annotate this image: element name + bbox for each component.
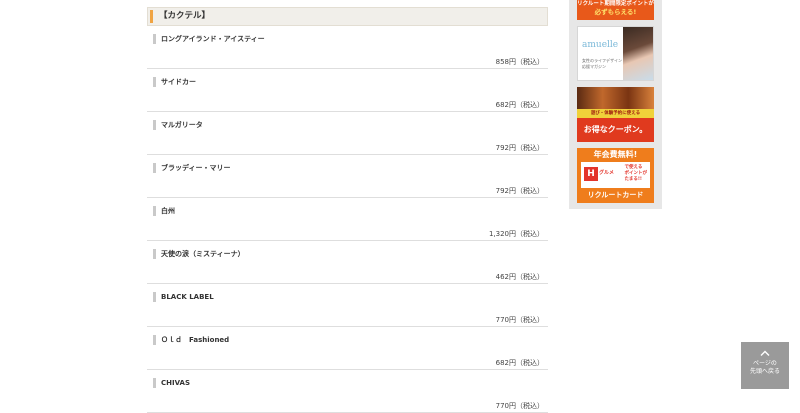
menu-item: Ｏｌｄ Fashioned 682円（税込）	[147, 327, 548, 370]
menu-item: 白州 1,320円（税込）	[147, 198, 548, 241]
menu-section: 【カクテル】 ロングアイランド・アイスティー 858円（税込） サイドカー 68…	[147, 7, 548, 413]
model-photo	[623, 27, 653, 80]
banner-text: 必ずもらえる!	[594, 8, 637, 16]
menu-item: 天使の涙（ミスティーナ） 462円（税込）	[147, 241, 548, 284]
menu-item: マルガリータ 792円（税込）	[147, 112, 548, 155]
menu-item-price: 792円（税込）	[495, 144, 544, 152]
menu-item: ブラッディー・マリー 792円（税込）	[147, 155, 548, 198]
menu-item-name: 天使の涙（ミスティーナ）	[153, 249, 245, 259]
menu-item-name: ブラッディー・マリー	[153, 163, 231, 173]
back-to-top-label: ページの 先頭へ戻る	[749, 360, 780, 375]
banner-text: 遊び・体験予約に使える	[577, 109, 654, 118]
back-to-top-button[interactable]: ページの 先頭へ戻る	[741, 342, 789, 389]
banner-text: 女性のライフデザイン 応援マガジン	[582, 58, 622, 69]
menu-item: ロングアイランド・アイスティー 858円（税込）	[147, 26, 548, 69]
banner-text: リクルートカード	[587, 191, 644, 199]
amuelle-banner[interactable]: amuelle 女性のライフデザイン 応援マガジン	[577, 26, 654, 81]
menu-item-name: ロングアイランド・アイスティー	[153, 34, 265, 44]
menu-item-name: 白州	[153, 206, 175, 216]
hotpepper-panel: H グルメ で使える ポイントが たまる!!	[581, 162, 650, 188]
menu-item: サイドカー 682円（税込）	[147, 69, 548, 112]
category-accent-bar	[150, 10, 153, 23]
amuelle-logo: amuelle	[582, 40, 619, 50]
menu-item-name: BLACK LABEL	[153, 292, 214, 302]
banner-text: リクルート期間限定ポイントが	[577, 1, 654, 7]
menu-item: CHIVAS 770円（税込）	[147, 370, 548, 413]
menu-item-price: 770円（税込）	[495, 402, 544, 410]
menu-item-price: 1,320円（税込）	[488, 230, 544, 238]
chevron-up-icon	[760, 350, 770, 356]
menu-item-name: CHIVAS	[153, 378, 190, 388]
food-photo	[577, 87, 654, 109]
banner-text: グルメ	[599, 170, 615, 176]
coupon-banner[interactable]: 遊び・体験予約に使える お得なクーポン。	[577, 87, 654, 142]
recruit-card-banner[interactable]: 年会費無料! H グルメ で使える ポイントが たまる!! リクルートカード	[577, 148, 654, 203]
menu-item-name: マルガリータ	[153, 120, 203, 130]
banner-text: 年会費無料!	[593, 150, 638, 159]
category-header: 【カクテル】	[147, 7, 548, 26]
menu-item-name: Ｏｌｄ Fashioned	[153, 335, 229, 345]
hotpepper-logo-icon: H	[584, 167, 598, 181]
menu-item-price: 858円（税込）	[495, 58, 544, 66]
menu-item-name: サイドカー	[153, 77, 196, 87]
category-title: 【カクテル】	[159, 11, 211, 21]
sidebar-ads: リクルート期間限定ポイントが 必ずもらえる! amuelle 女性のライフデザイ…	[569, 0, 662, 209]
menu-item-price: 462円（税込）	[495, 273, 544, 281]
menu-item-price: 682円（税込）	[495, 101, 544, 109]
recruit-points-banner[interactable]: リクルート期間限定ポイントが 必ずもらえる!	[577, 0, 654, 20]
menu-item: BLACK LABEL 770円（税込）	[147, 284, 548, 327]
menu-item-price: 792円（税込）	[495, 187, 544, 195]
coupon-text: お得なクーポン。	[577, 118, 654, 142]
banner-text: で使える ポイントが たまる!!	[624, 165, 648, 182]
menu-item-price: 770円（税込）	[495, 316, 544, 324]
menu-item-price: 682円（税込）	[495, 359, 544, 367]
